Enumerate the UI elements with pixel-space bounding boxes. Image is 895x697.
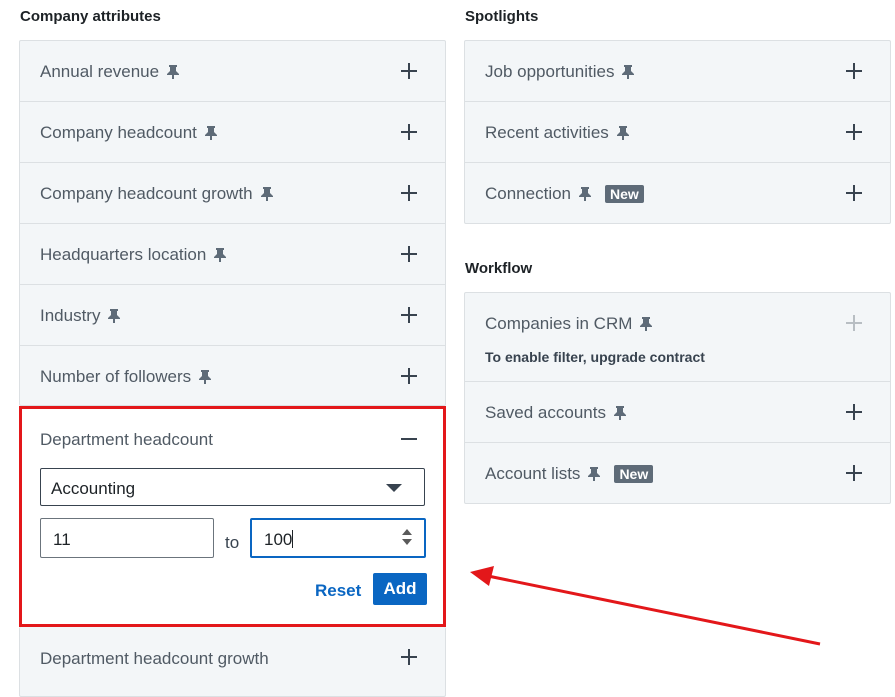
- filter-row-company-headcount-growth[interactable]: Company headcount growth: [20, 163, 445, 224]
- add-filter-icon[interactable]: [401, 649, 417, 665]
- pin-icon[interactable]: [613, 406, 626, 420]
- add-filter-icon[interactable]: [401, 124, 417, 140]
- department-headcount-card: Department headcount Accounting 11 to 10…: [19, 406, 446, 627]
- filter-label: Account lists: [485, 464, 581, 483]
- pin-icon[interactable]: [108, 309, 121, 323]
- filter-row-saved-accounts[interactable]: Saved accounts: [465, 382, 890, 443]
- filter-label: Saved accounts: [485, 403, 606, 422]
- pin-icon[interactable]: [622, 65, 635, 79]
- add-filter-icon[interactable]: [401, 63, 417, 79]
- add-filter-icon[interactable]: [846, 185, 862, 201]
- pin-icon[interactable]: [616, 126, 629, 140]
- collapse-filter-icon[interactable]: [401, 438, 417, 440]
- pin-icon[interactable]: [588, 467, 601, 481]
- add-filter-icon[interactable]: [846, 124, 862, 140]
- filter-row-company-headcount[interactable]: Company headcount: [20, 102, 445, 163]
- spotlights-title: Spotlights: [465, 8, 539, 25]
- filter-row-connection[interactable]: Connection New: [465, 163, 890, 224]
- filter-label: Annual revenue: [40, 62, 160, 81]
- max-headcount-input[interactable]: 100: [250, 518, 426, 558]
- filter-label: Department headcount: [40, 430, 213, 449]
- filter-label: Headquarters location: [40, 245, 207, 264]
- department-select-value: Accounting: [51, 479, 136, 498]
- filter-row-annual-revenue[interactable]: Annual revenue: [20, 41, 445, 102]
- filter-label: Company headcount: [40, 123, 197, 142]
- filter-label: Department headcount growth: [40, 649, 269, 668]
- add-filter-icon[interactable]: [846, 63, 862, 79]
- filter-row-department-headcount-growth[interactable]: Department headcount growth: [20, 627, 445, 688]
- pin-icon[interactable]: [167, 65, 180, 79]
- new-badge: New: [605, 185, 644, 203]
- add-button[interactable]: Add: [373, 573, 427, 605]
- add-filter-icon[interactable]: [401, 368, 417, 384]
- pin-icon[interactable]: [260, 187, 273, 201]
- add-filter-icon[interactable]: [846, 404, 862, 420]
- upgrade-note: To enable filter, upgrade contract: [485, 349, 705, 365]
- filter-row-job-opportunities[interactable]: Job opportunities: [465, 41, 890, 102]
- company-attributes-panel-continued: Department headcount growth: [19, 627, 446, 697]
- workflow-panel: Companies in CRM To enable filter, upgra…: [464, 292, 891, 504]
- spotlights-panel: Job opportunities Recent activities Conn…: [464, 40, 891, 224]
- filter-label: Industry: [40, 306, 101, 325]
- workflow-title: Workflow: [465, 260, 533, 277]
- filter-label: Company headcount growth: [40, 184, 253, 203]
- filter-label: Companies in CRM: [485, 314, 633, 333]
- min-headcount-input[interactable]: 11: [40, 518, 214, 558]
- add-filter-icon[interactable]: [401, 246, 417, 262]
- add-filter-icon[interactable]: [401, 185, 417, 201]
- pin-icon[interactable]: [204, 126, 217, 140]
- filter-label: Number of followers: [40, 367, 192, 386]
- filter-row-headquarters-location[interactable]: Headquarters location: [20, 224, 445, 285]
- pin-icon[interactable]: [579, 187, 592, 201]
- text-cursor: [292, 530, 294, 548]
- filter-row-companies-in-crm: Companies in CRM To enable filter, upgra…: [465, 293, 890, 382]
- reset-button[interactable]: Reset: [315, 581, 361, 601]
- filter-row-recent-activities[interactable]: Recent activities: [465, 102, 890, 163]
- filter-label: Connection: [485, 184, 572, 203]
- company-attributes-title: Company attributes: [20, 8, 161, 25]
- filter-row-account-lists[interactable]: Account lists New: [465, 443, 890, 504]
- new-badge: New: [614, 465, 654, 483]
- department-select[interactable]: Accounting: [40, 468, 425, 506]
- pin-icon[interactable]: [199, 370, 212, 384]
- caret-down-icon: [386, 484, 402, 492]
- add-filter-icon[interactable]: [846, 465, 862, 481]
- range-separator: to: [225, 533, 240, 552]
- company-attributes-panel: Annual revenue Company headcount Company…: [19, 40, 446, 406]
- pin-icon[interactable]: [640, 317, 653, 331]
- add-filter-icon-disabled: [846, 315, 862, 331]
- filter-label: Job opportunities: [485, 62, 615, 81]
- number-spinner-icon[interactable]: [402, 528, 412, 548]
- pin-icon[interactable]: [214, 248, 227, 262]
- add-filter-icon[interactable]: [401, 307, 417, 323]
- filter-row-industry[interactable]: Industry: [20, 285, 445, 346]
- filter-label: Recent activities: [485, 123, 609, 142]
- filter-row-number-of-followers[interactable]: Number of followers: [20, 346, 445, 407]
